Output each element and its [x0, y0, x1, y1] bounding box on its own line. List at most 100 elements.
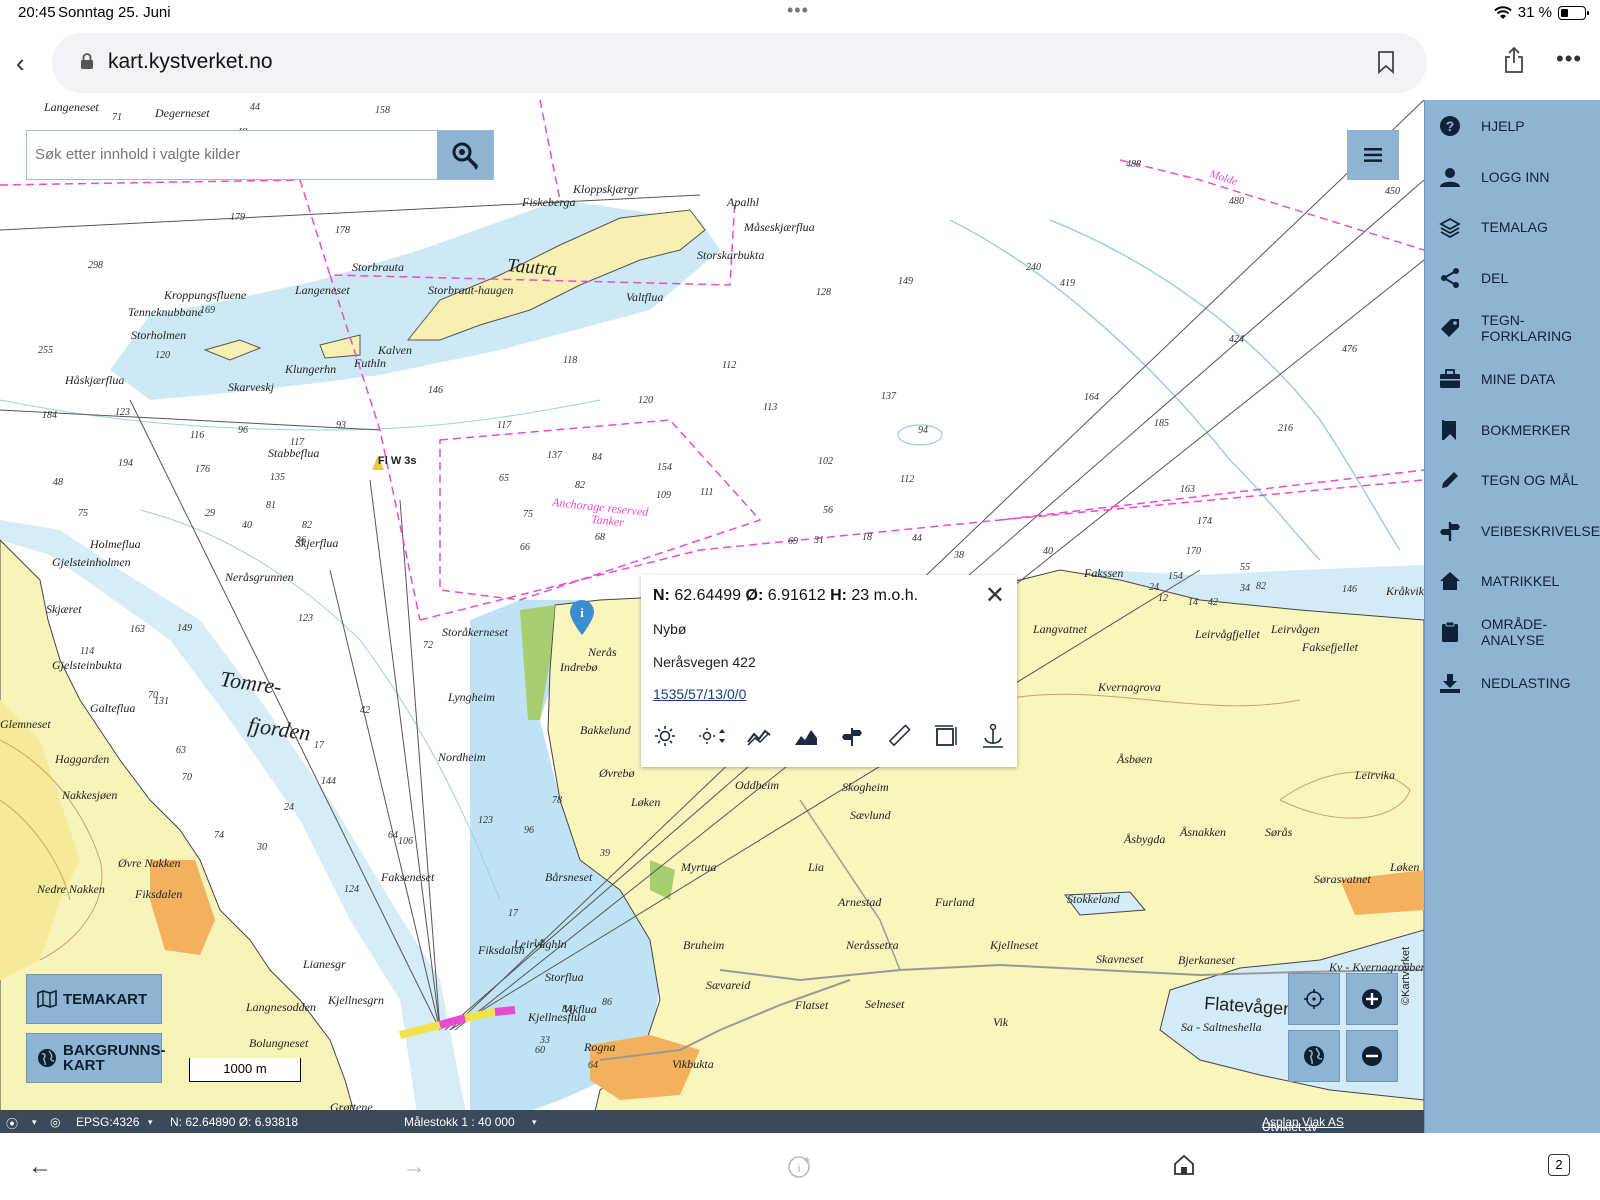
- sidebar-item-tegn-forklaring[interactable]: TEGN- FORKLARING: [1425, 303, 1600, 353]
- nautical-chart-map[interactable]: Tautra Tomre-fjorden Flatevågen Anchorage r…: [0, 100, 1424, 1133]
- globe-small-icon[interactable]: ◎: [50, 1115, 60, 1129]
- depth-sounding: 109: [656, 490, 671, 501]
- terrain-icon[interactable]: [792, 722, 820, 750]
- depth-sounding: 93: [336, 420, 346, 431]
- hamburger-menu-button[interactable]: [1347, 130, 1399, 180]
- place-label: Løken: [631, 795, 661, 809]
- place-label: Nordheim: [438, 750, 486, 764]
- zoom-in-button[interactable]: [1346, 973, 1398, 1025]
- place-label: Kråkvika: [1386, 584, 1424, 598]
- map-scale-select[interactable]: Målestokk 1 : 40 000: [404, 1115, 515, 1129]
- projection-select[interactable]: EPSG:4326: [76, 1115, 139, 1129]
- depth-sounding: 96: [524, 825, 534, 836]
- place-label: Indrebø: [560, 660, 598, 674]
- bakgrunnskart-button[interactable]: BAKGRUNNS- KART: [26, 1033, 166, 1083]
- ruler-icon[interactable]: [885, 722, 913, 750]
- place-label: Nerås: [588, 645, 617, 659]
- place-label: Øvre Nakken: [118, 856, 181, 870]
- depth-sounding: 112: [722, 360, 737, 371]
- depth-sounding: 149: [898, 276, 913, 287]
- area-measure-icon[interactable]: [932, 722, 960, 750]
- east-label: Ø:: [745, 587, 764, 604]
- share-icon[interactable]: [1503, 46, 1525, 74]
- sun-settings-icon[interactable]: [698, 722, 726, 750]
- dropdown-arrow-icon[interactable]: ▾: [32, 1117, 37, 1128]
- sidebar-item-del[interactable]: DEL: [1425, 253, 1600, 303]
- popup-coordinates: N: 62.64499 Ø: 6.91612 H: 23 m.o.h.: [653, 587, 918, 605]
- depth-sounding: 78: [552, 795, 562, 806]
- map-search-box[interactable]: [26, 130, 494, 180]
- depth-sounding: 163: [130, 624, 145, 635]
- sidebar-item-logg-inn[interactable]: LOGG INN: [1425, 152, 1600, 202]
- layers-icon: [1439, 218, 1461, 239]
- place-label: Kroppungsfluene: [164, 288, 247, 302]
- sidebar-item-veibeskrivelse[interactable]: VEIBESKRIVELSE: [1425, 506, 1600, 556]
- home-icon[interactable]: [1172, 1153, 1196, 1177]
- sidebar-item-hjelp[interactable]: ? HJELP: [1425, 101, 1600, 151]
- place-label: Storskarbukta: [697, 248, 765, 262]
- place-label: Langeneset: [295, 283, 350, 297]
- place-label: Håskjærflua: [65, 373, 125, 387]
- forward-arrow-icon[interactable]: →: [402, 1153, 426, 1181]
- sidebar-item-label: HJELP: [1481, 118, 1525, 134]
- info-pin-icon[interactable]: i: [569, 600, 595, 636]
- close-icon[interactable]: ✕: [985, 581, 1005, 610]
- profile-chart-icon[interactable]: [745, 722, 773, 750]
- globe-view-button[interactable]: [1288, 1030, 1340, 1082]
- depth-sounding: 94: [918, 425, 928, 436]
- search-input[interactable]: [27, 131, 427, 177]
- sidebar-item-område-analyse[interactable]: OMRÅDE- ANALYSE: [1425, 607, 1600, 657]
- location-info-popup: N: 62.64499 Ø: 6.91612 H: 23 m.o.h. ✕ Ny…: [641, 575, 1017, 767]
- place-label: Furland: [935, 895, 975, 909]
- place-label: Sa - Saltneshella: [1181, 1020, 1262, 1034]
- temakart-button[interactable]: TEMAKART: [26, 974, 162, 1024]
- cadastre-link[interactable]: 1535/57/13/0/0: [653, 686, 746, 702]
- signpost-icon: [1440, 521, 1460, 541]
- more-options-icon[interactable]: •••: [1556, 46, 1582, 72]
- sidebar-item-mine-data[interactable]: MINE DATA: [1425, 354, 1600, 404]
- locate-button[interactable]: [1288, 973, 1340, 1025]
- sidebar-item-matrikkel[interactable]: MATRIKKEL: [1425, 556, 1600, 606]
- anchor-person-icon[interactable]: [979, 722, 1007, 750]
- multitasking-dots-icon[interactable]: •••: [787, 0, 809, 21]
- depth-sounding: 60: [535, 1045, 545, 1056]
- depth-sounding: 163: [1180, 484, 1195, 495]
- place-label: Bakkelund: [580, 723, 631, 737]
- scale-dropdown-icon[interactable]: ▾: [532, 1117, 537, 1128]
- projection-dropdown-icon[interactable]: ▾: [148, 1117, 153, 1128]
- sun-icon[interactable]: [651, 722, 679, 750]
- tab-count-button[interactable]: 2: [1548, 1154, 1570, 1176]
- depth-sounding: 216: [1278, 423, 1293, 434]
- depth-sounding: 179: [230, 212, 245, 223]
- sidebar-item-tegn-og-mål[interactable]: TEGN OG MÅL: [1425, 455, 1600, 505]
- zoom-out-button[interactable]: [1346, 1030, 1398, 1082]
- place-label: Sævareid: [706, 978, 751, 992]
- globe-icon: [1304, 1046, 1324, 1066]
- url-text[interactable]: kart.kystverket.no: [108, 50, 273, 74]
- depth-sounding: 66: [520, 542, 530, 553]
- sidebar-item-bokmerker[interactable]: BOKMERKER: [1425, 405, 1600, 455]
- place-label: Kjellneset: [990, 938, 1038, 952]
- depth-sounding: 44: [250, 102, 260, 113]
- browser-back-icon[interactable]: ‹: [16, 48, 25, 79]
- depth-sounding: 185: [1154, 418, 1169, 429]
- info-sparkle-icon[interactable]: i: [787, 1154, 813, 1180]
- settings-icon[interactable]: ⦿: [6, 1115, 18, 1132]
- depth-sounding: 84: [592, 452, 602, 463]
- back-arrow-icon[interactable]: ←: [28, 1153, 52, 1181]
- place-label: Langnesodden: [246, 1000, 316, 1014]
- sidebar-item-nedlasting[interactable]: NEDLASTING: [1425, 658, 1600, 708]
- depth-sounding: 146: [428, 385, 443, 396]
- place-label: Skjæret: [46, 602, 82, 616]
- place-label: Åsbygda: [1124, 832, 1166, 846]
- sidebar-item-temalag[interactable]: TEMALAG: [1425, 202, 1600, 252]
- place-label: Skogheim: [842, 780, 889, 794]
- user-icon: [1440, 167, 1460, 187]
- address-bar[interactable]: kart.kystverket.no: [52, 33, 1427, 93]
- bookmark-icon[interactable]: [1377, 50, 1395, 74]
- place-label: Glemneset: [0, 717, 51, 731]
- directions-icon[interactable]: [838, 722, 866, 750]
- depth-sounding: 154: [657, 462, 672, 473]
- search-button[interactable]: [437, 131, 493, 179]
- place-label: Apalhl: [727, 195, 759, 209]
